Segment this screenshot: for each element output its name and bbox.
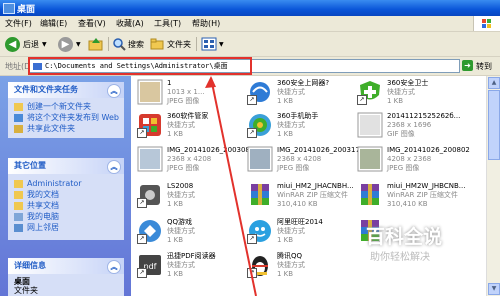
views-dropdown-icon[interactable]: ▼: [219, 41, 224, 48]
shared-folder-icon: [14, 202, 23, 210]
views-icon: [201, 37, 217, 51]
share-folder-icon: [14, 125, 23, 133]
file-tasks-panel: 文件和文件夹任务 ︽ 创建一个新文件夹 将这个文件夹发布到 Web 共享此文件夹: [8, 82, 124, 138]
forward-button[interactable]: ▶ ▼: [58, 36, 81, 52]
search-label: 搜索: [128, 39, 144, 49]
back-dropdown-icon[interactable]: ▼: [42, 41, 47, 48]
file-tasks-header[interactable]: 文件和文件夹任务 ︽: [8, 82, 124, 98]
place-my-computer-label: 我的电脑: [27, 212, 59, 221]
place-my-computer[interactable]: 我的电脑: [8, 211, 124, 222]
menu-edit[interactable]: 编辑(E): [40, 18, 67, 29]
details-header[interactable]: 详细信息 ︽: [8, 258, 124, 274]
place-my-documents[interactable]: 我的文档: [8, 189, 124, 200]
folders-label: 文件夹: [167, 39, 191, 49]
new-folder-icon: [14, 103, 23, 111]
views-button[interactable]: ▼: [201, 36, 224, 52]
scroll-thumb[interactable]: [488, 90, 500, 160]
menu-help[interactable]: 帮助(H): [192, 18, 220, 29]
place-my-documents-label: 我的文档: [27, 190, 59, 199]
task-share-folder[interactable]: 共享此文件夹: [8, 123, 124, 134]
toolbar: ◀ 后退 ▼ ▶ ▼ 搜索 文件夹 ▼: [0, 32, 500, 57]
place-shared-documents-label: 共享文档: [27, 201, 59, 210]
menu-view[interactable]: 查看(V): [78, 18, 106, 29]
up-folder-button[interactable]: [88, 36, 104, 52]
task-publish-web[interactable]: 将这个文件夹发布到 Web: [8, 112, 124, 123]
details-type: 文件夹: [14, 286, 38, 295]
toolbar-separator: [196, 37, 197, 51]
windows-logo-icon: [473, 16, 500, 31]
other-places-panel: 其它位置 ︽ Administrator 我的文档 共享文档 我的电脑 网上邻居: [8, 158, 124, 240]
task-publish-web-label: 将这个文件夹发布到 Web: [27, 113, 119, 122]
title-bar: 桌面: [0, 0, 500, 16]
forward-dropdown-icon[interactable]: ▼: [76, 41, 81, 48]
network-icon: [14, 224, 23, 232]
watermark: 百科全说 助你轻松解决: [360, 222, 480, 282]
highlight-annotation-box: [28, 57, 252, 75]
up-folder-icon: [88, 38, 103, 51]
details-panel: 详细信息 ︽ 桌面 文件夹: [8, 258, 124, 296]
details-name: 桌面: [14, 277, 30, 286]
place-administrator-label: Administrator: [27, 179, 82, 188]
back-button[interactable]: ◀ 后退 ▼: [5, 36, 47, 52]
computer-icon: [14, 213, 23, 221]
task-new-folder-label: 创建一个新文件夹: [27, 102, 91, 111]
scroll-up-icon[interactable]: ▲: [488, 77, 500, 89]
menu-bar: 文件(F) 编辑(E) 查看(V) 收藏(A) 工具(T) 帮助(H): [0, 16, 500, 32]
go-button[interactable]: 转到: [476, 61, 492, 72]
folders-icon: [150, 38, 164, 50]
search-button[interactable]: 搜索: [112, 36, 144, 52]
other-places-header[interactable]: 其它位置 ︽: [8, 158, 124, 174]
window-title: 桌面: [17, 5, 36, 15]
place-network[interactable]: 网上邻居: [8, 222, 124, 233]
publish-web-icon: [14, 114, 23, 122]
menu-tools[interactable]: 工具(T): [154, 18, 181, 29]
menu-file[interactable]: 文件(F): [5, 18, 32, 29]
search-icon: [113, 38, 126, 51]
folders-button[interactable]: 文件夹: [150, 36, 191, 52]
place-network-label: 网上邻居: [27, 223, 59, 232]
back-arrow-icon: ◀: [5, 36, 20, 52]
collapse-chevron-icon[interactable]: ︽: [107, 160, 121, 174]
documents-folder-icon: [14, 191, 23, 199]
watermark-title: 百科全说: [366, 226, 443, 248]
go-arrow-icon[interactable]: ➜: [462, 60, 473, 71]
task-pane: 文件和文件夹任务 ︽ 创建一个新文件夹 将这个文件夹发布到 Web 共享此文件夹…: [0, 76, 131, 296]
user-folder-icon: [14, 180, 23, 188]
vertical-scrollbar[interactable]: ▲ ▼: [486, 76, 500, 296]
desktop-folder-icon: [3, 3, 15, 14]
collapse-chevron-icon[interactable]: ︽: [107, 260, 121, 274]
collapse-chevron-icon[interactable]: ︽: [107, 84, 121, 98]
details-title: 详细信息: [14, 261, 46, 270]
file-tasks-title: 文件和文件夹任务: [14, 85, 78, 94]
watermark-subtitle: 助你轻松解决: [370, 252, 430, 263]
task-new-folder[interactable]: 创建一个新文件夹: [8, 101, 124, 112]
task-share-folder-label: 共享此文件夹: [27, 124, 75, 133]
place-shared-documents[interactable]: 共享文档: [8, 200, 124, 211]
menu-favorites[interactable]: 收藏(A): [116, 18, 144, 29]
back-label: 后退: [23, 39, 39, 49]
other-places-title: 其它位置: [14, 161, 46, 170]
forward-arrow-icon: ▶: [58, 36, 73, 52]
place-administrator[interactable]: Administrator: [8, 178, 124, 189]
toolbar-separator: [108, 37, 109, 51]
scroll-down-icon[interactable]: ▼: [488, 283, 500, 295]
